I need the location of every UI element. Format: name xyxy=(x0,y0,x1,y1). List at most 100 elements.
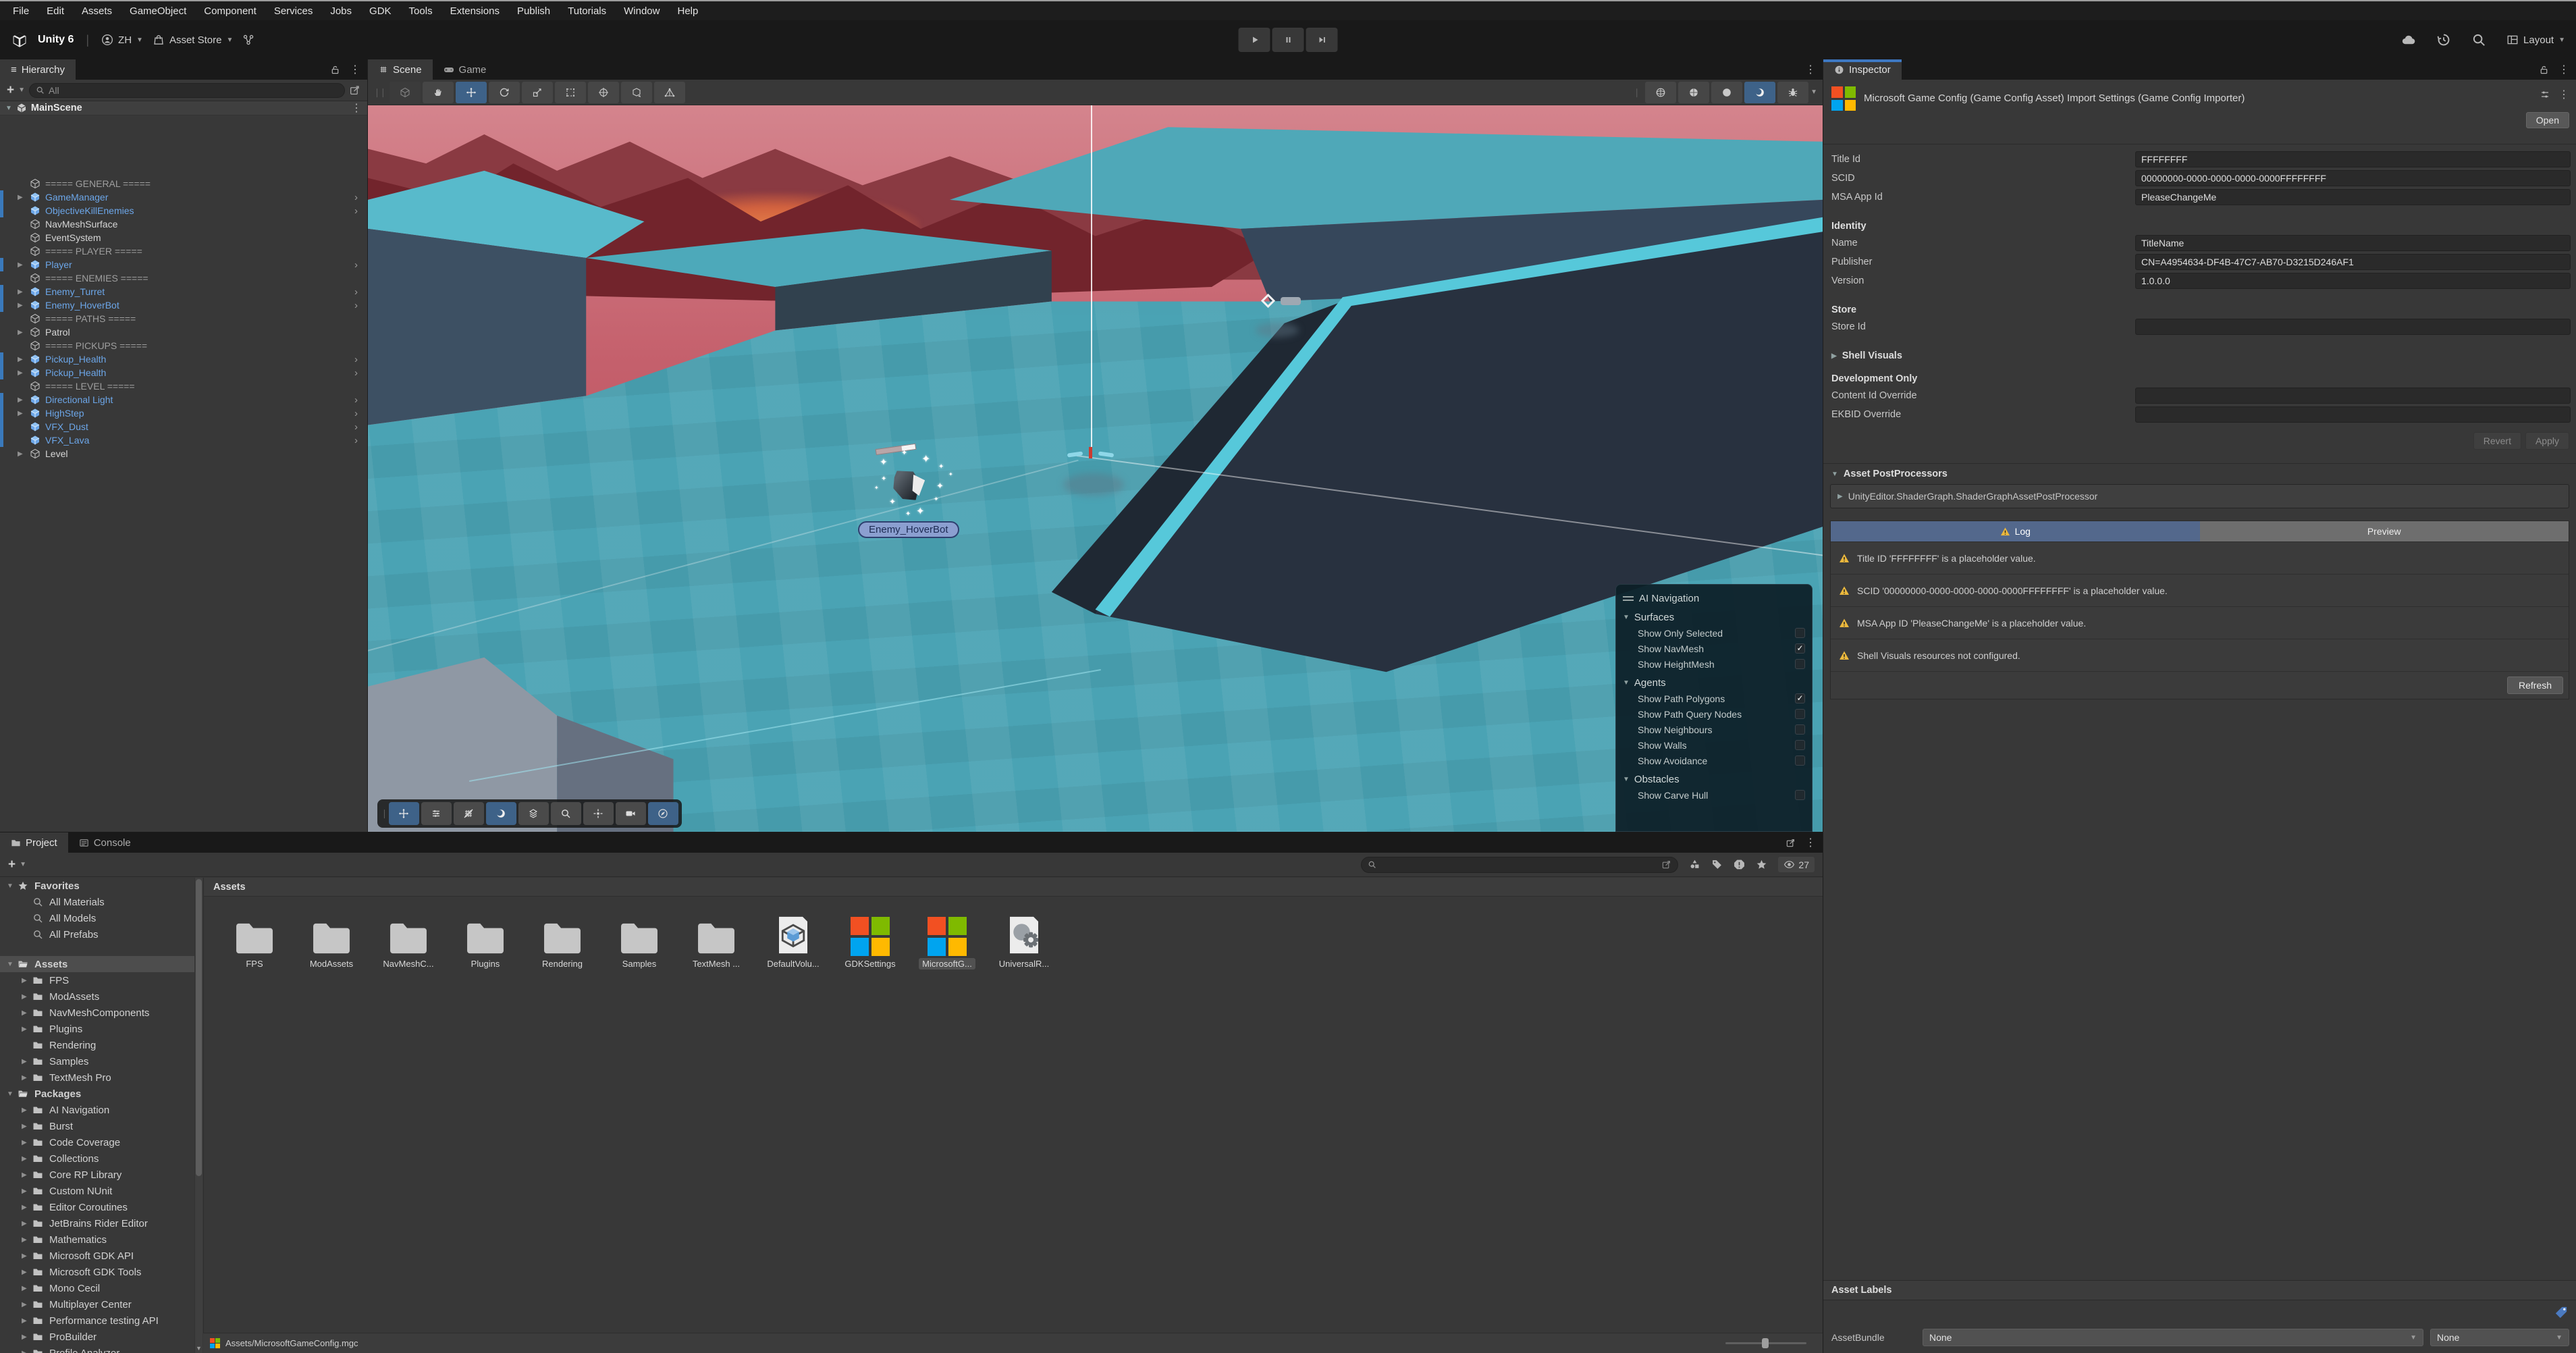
checkbox[interactable] xyxy=(1795,740,1805,750)
nav-option-row[interactable]: Show Path Query Nodes xyxy=(1623,706,1805,722)
nav-option-row[interactable]: Show HeightMesh xyxy=(1623,656,1805,672)
hoverbot-scene-label[interactable]: Enemy_HoverBot xyxy=(858,521,959,538)
tab-hierarchy[interactable]: ≡ Hierarchy xyxy=(0,59,76,80)
project-tree-item[interactable]: ▼Packages xyxy=(0,1086,194,1102)
move-tool[interactable] xyxy=(456,82,487,103)
shell-visuals-header[interactable]: ▶Shell Visuals xyxy=(1823,346,2576,363)
add-asset-button[interactable]: + xyxy=(8,858,16,871)
kebab-menu-icon[interactable]: ⋮ xyxy=(1805,836,1816,849)
project-tree-item[interactable]: ▶TextMesh Pro xyxy=(0,1069,194,1086)
pan-overlay[interactable] xyxy=(389,802,419,825)
expander-icon[interactable]: ▶ xyxy=(18,194,30,201)
hierarchy-row[interactable]: ===== LEVEL ===== xyxy=(0,379,367,393)
project-tree-item[interactable]: Rendering xyxy=(0,1037,194,1053)
project-tree-item[interactable]: ▶Mathematics xyxy=(0,1231,194,1248)
project-tree-item[interactable]: ▶Plugins xyxy=(0,1021,194,1037)
asset-item[interactable]: Samples xyxy=(601,911,678,970)
presets-icon[interactable] xyxy=(2540,89,2550,100)
expander-icon[interactable]: ▶ xyxy=(18,369,30,377)
hierarchy-row[interactable]: ▶Level xyxy=(0,447,367,460)
project-tree-item[interactable]: All Materials xyxy=(0,894,194,910)
expander-icon[interactable]: ▼ xyxy=(7,1090,18,1098)
project-search-input[interactable] xyxy=(1361,857,1678,873)
asset-store-button[interactable]: Asset Store ▼ xyxy=(153,34,233,46)
menu-jobs[interactable]: Jobs xyxy=(321,1,360,20)
expander-icon[interactable]: ▶ xyxy=(22,977,32,984)
scene-lighting-moon[interactable] xyxy=(486,802,516,825)
open-new-window-icon[interactable] xyxy=(1786,838,1796,848)
expander-icon[interactable]: ▶ xyxy=(22,1285,32,1292)
tab-game[interactable]: Game xyxy=(433,59,498,80)
hierarchy-row[interactable]: ===== GENERAL ===== xyxy=(0,177,367,190)
expander-icon[interactable]: ▶ xyxy=(22,1236,32,1244)
step-button[interactable] xyxy=(1306,28,1338,52)
version-control-button[interactable] xyxy=(242,34,254,46)
drag-handle-icon[interactable] xyxy=(1623,596,1634,601)
asset-item[interactable]: ModAssets xyxy=(293,911,370,970)
project-tree-item[interactable]: ▶Microsoft GDK API xyxy=(0,1248,194,1264)
custom-tool[interactable] xyxy=(621,82,652,103)
grid-visibility[interactable] xyxy=(454,802,484,825)
asset-item[interactable]: UniversalR... xyxy=(986,911,1063,970)
project-tree-item[interactable]: ▶Multiplayer Center xyxy=(0,1296,194,1312)
prefab-chevron-icon[interactable]: › xyxy=(354,300,358,311)
expander-icon[interactable]: ▶ xyxy=(18,396,30,404)
expander-icon[interactable]: ▶ xyxy=(22,1317,32,1325)
expander-icon[interactable]: ▶ xyxy=(1837,493,1843,500)
postprocessor-entry[interactable]: ▶ UnityEditor.ShaderGraph.ShaderGraphAss… xyxy=(1830,484,2569,508)
hierarchy-row[interactable]: ▶Enemy_HoverBot› xyxy=(0,298,367,312)
project-tree-item[interactable]: ▶Burst xyxy=(0,1118,194,1134)
hidden-items-toggle[interactable]: 27 xyxy=(1778,857,1815,872)
kebab-menu-icon[interactable]: ⋮ xyxy=(2558,63,2569,76)
project-tree-item[interactable]: ▶Custom NUnit xyxy=(0,1183,194,1199)
asset-item[interactable]: FPS xyxy=(216,911,293,970)
kebab-menu-icon[interactable]: ⋮ xyxy=(2558,88,2569,101)
gizmo-red-handle[interactable] xyxy=(1089,447,1092,458)
project-tree-item[interactable]: ▼Favorites xyxy=(0,878,194,894)
expander-icon[interactable]: ▶ xyxy=(18,450,30,458)
tab-console[interactable]: Console xyxy=(68,832,142,853)
nav-option-row[interactable]: Show Path Polygons✓ xyxy=(1623,691,1805,706)
project-tree-item[interactable]: ▶AI Navigation xyxy=(0,1102,194,1118)
expander-icon[interactable]: ▶ xyxy=(1831,352,1837,360)
hierarchy-row[interactable]: VFX_Dust› xyxy=(0,420,367,433)
expander-icon[interactable]: ▶ xyxy=(22,1188,32,1195)
checkbox[interactable] xyxy=(1795,709,1805,719)
asset-item[interactable]: NavMeshC... xyxy=(370,911,447,970)
project-tree-item[interactable]: ▶NavMeshComponents xyxy=(0,1005,194,1021)
ekbid-override-field[interactable] xyxy=(2135,406,2571,423)
tab-project[interactable]: Project xyxy=(0,832,68,853)
expander-icon[interactable]: ▶ xyxy=(18,410,30,417)
expander-icon[interactable]: ▼ xyxy=(1623,679,1630,687)
prefab-chevron-icon[interactable]: › xyxy=(354,394,358,406)
nav-option-row[interactable]: Show Only Selected xyxy=(1623,625,1805,641)
chevron-down-icon[interactable]: ▼ xyxy=(1810,88,1817,96)
expander-icon[interactable]: ▶ xyxy=(22,1171,32,1179)
scene-visibility-moon[interactable] xyxy=(1744,82,1775,103)
hierarchy-row[interactable]: EventSystem xyxy=(0,231,367,244)
rotate-tool[interactable] xyxy=(489,82,520,103)
expander-icon[interactable]: ▶ xyxy=(22,1074,32,1082)
expander-icon[interactable]: ▼ xyxy=(1831,471,1838,478)
transform-tool[interactable] xyxy=(588,82,619,103)
expander-icon[interactable]: ▶ xyxy=(22,1009,32,1017)
nav-option-row[interactable]: Show Carve Hull xyxy=(1623,787,1805,803)
project-tree-item[interactable]: ▶Mono Cecil xyxy=(0,1280,194,1296)
content-id-override-field[interactable] xyxy=(2135,388,2571,404)
camera-overlay[interactable] xyxy=(616,802,646,825)
expander-icon[interactable]: ▶ xyxy=(18,356,30,363)
open-new-window-icon[interactable] xyxy=(349,84,360,96)
expander-icon[interactable]: ▶ xyxy=(22,1058,32,1065)
store-id-field[interactable] xyxy=(2135,319,2571,335)
debug-bug[interactable] xyxy=(1777,82,1808,103)
expander-icon[interactable]: ▶ xyxy=(22,1220,32,1227)
search-by-label-icon[interactable] xyxy=(1711,859,1723,870)
menu-edit[interactable]: Edit xyxy=(38,1,73,20)
kebab-menu-icon[interactable]: ⋮ xyxy=(351,101,362,115)
add-gameobject-button[interactable]: + xyxy=(7,84,14,97)
project-tree-item[interactable]: ▶ModAssets xyxy=(0,988,194,1005)
expander-icon[interactable]: ▶ xyxy=(22,1269,32,1276)
project-tree-item[interactable]: ▶Code Coverage xyxy=(0,1134,194,1150)
label-tag-icon[interactable] xyxy=(2554,1306,2568,1319)
prefab-chevron-icon[interactable]: › xyxy=(354,286,358,298)
